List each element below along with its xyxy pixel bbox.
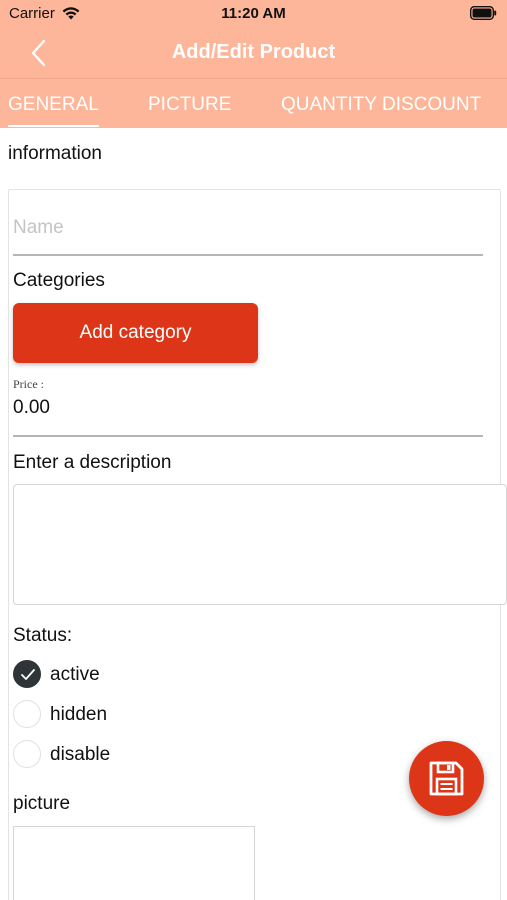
status-label: Status: [13, 625, 73, 646]
tab-bar: GENERAL PICTURE QUANTITY DISCOUNT [0, 78, 507, 128]
description-label: Enter a description [13, 452, 172, 473]
status-option-label: hidden [50, 704, 108, 725]
radio-unchecked-icon[interactable] [13, 740, 41, 768]
picture-upload-area[interactable] [13, 826, 255, 900]
save-button[interactable] [409, 741, 484, 816]
page-title: Add/Edit Product [171, 41, 336, 63]
battery-icon [470, 6, 497, 20]
section-title: information [8, 143, 102, 164]
tab-picture[interactable]: PICTURE [148, 94, 231, 116]
navigation-bar: Add/Edit Product [0, 28, 507, 78]
tab-quantity-discount[interactable]: QUANTITY DISCOUNT [281, 94, 481, 116]
status-bar: Carrier 11:20 AM [0, 0, 507, 28]
picture-label: picture [13, 793, 71, 814]
save-icon [429, 761, 464, 796]
price-underline [13, 435, 483, 437]
radio-unchecked-icon[interactable] [13, 700, 41, 728]
name-input[interactable] [13, 211, 483, 245]
checkmark-icon [21, 669, 35, 680]
status-option-label: disable [50, 744, 111, 765]
active-tab-indicator [8, 125, 99, 127]
categories-label: Categories [13, 270, 105, 291]
price-input[interactable] [13, 396, 483, 420]
status-option-label: active [50, 664, 100, 685]
name-underline [13, 254, 483, 256]
radio-checked-icon[interactable] [13, 660, 41, 688]
description-textarea[interactable] [13, 484, 507, 605]
clock: 11:20 AM [221, 5, 286, 22]
price-label: Price : [13, 377, 44, 391]
tab-general[interactable]: GENERAL [8, 94, 99, 116]
add-category-button[interactable]: Add category [13, 303, 258, 363]
